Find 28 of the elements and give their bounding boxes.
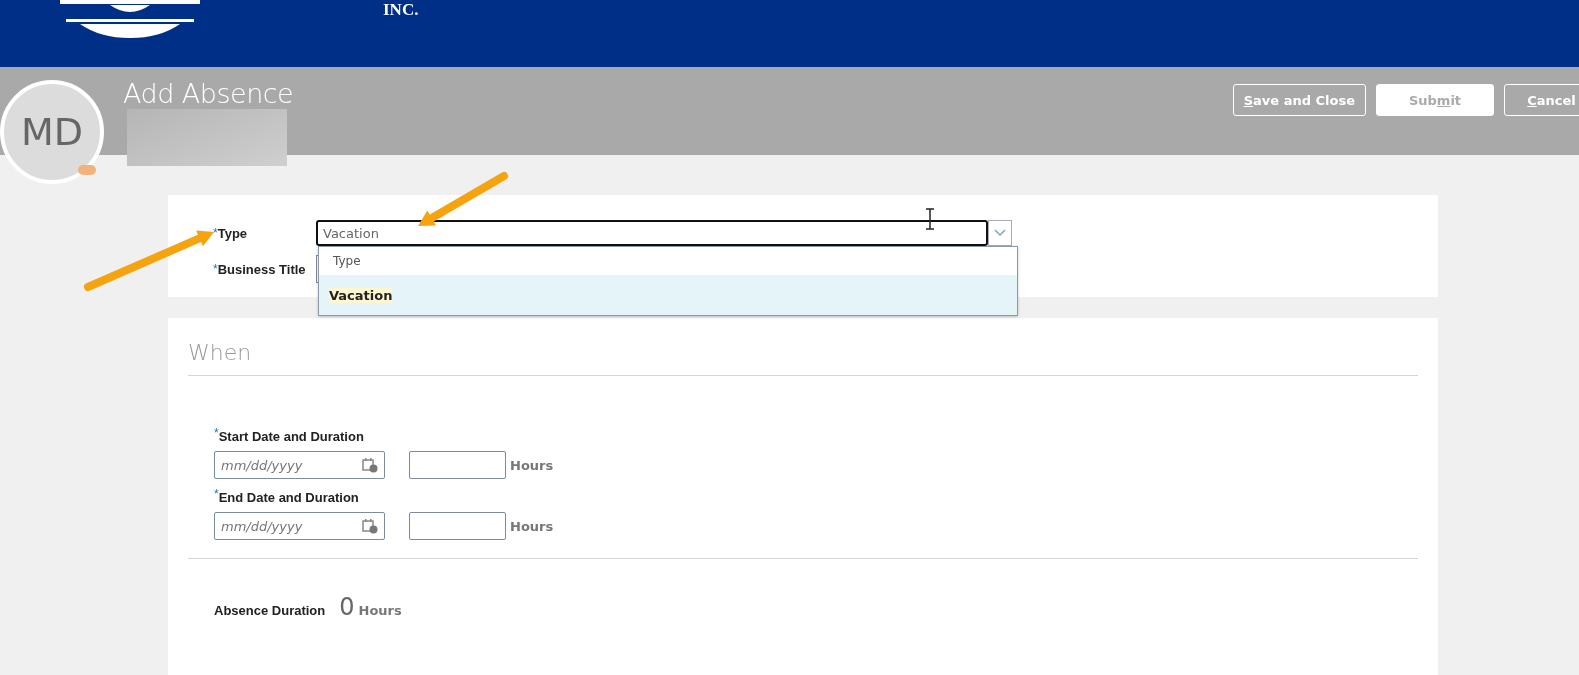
section-title: When [188,340,1418,376]
list-header: Type [332,253,362,270]
field-label: *Type [213,225,249,241]
hours-field[interactable] [409,512,506,540]
duration-value: 0 [339,593,355,621]
chevron-down-icon [994,229,1006,237]
field-label: Absence Duration [214,603,326,618]
unit-label: Hours [510,457,554,473]
action-button[interactable]: Save and Close [1232,84,1366,116]
text-cursor-icon [925,208,935,230]
logo-icon [60,0,200,38]
field-label: *Start Date and Duration [214,429,364,444]
list-option[interactable]: Vacation [319,275,1017,315]
action-button[interactable]: Cancel [1504,84,1579,116]
submit-button[interactable]: Submit [1376,84,1494,116]
hours-field[interactable] [409,451,506,479]
date-field[interactable]: mm/dd/yyyy [214,451,385,479]
field-label: *Business Title [213,261,307,277]
calendar-icon [362,457,378,473]
dropdown-button[interactable] [988,220,1012,246]
type-combobox[interactable]: Vacation [316,220,988,246]
unit-label: Hours [510,518,554,534]
field-label: *End Date and Duration [214,490,359,505]
unit-label: Hours [358,603,402,618]
calendar-icon [362,518,378,534]
logo-text: INC. [383,0,419,20]
date-field[interactable]: mm/dd/yyyy [214,512,385,540]
page-title: Add Absence [123,78,294,109]
